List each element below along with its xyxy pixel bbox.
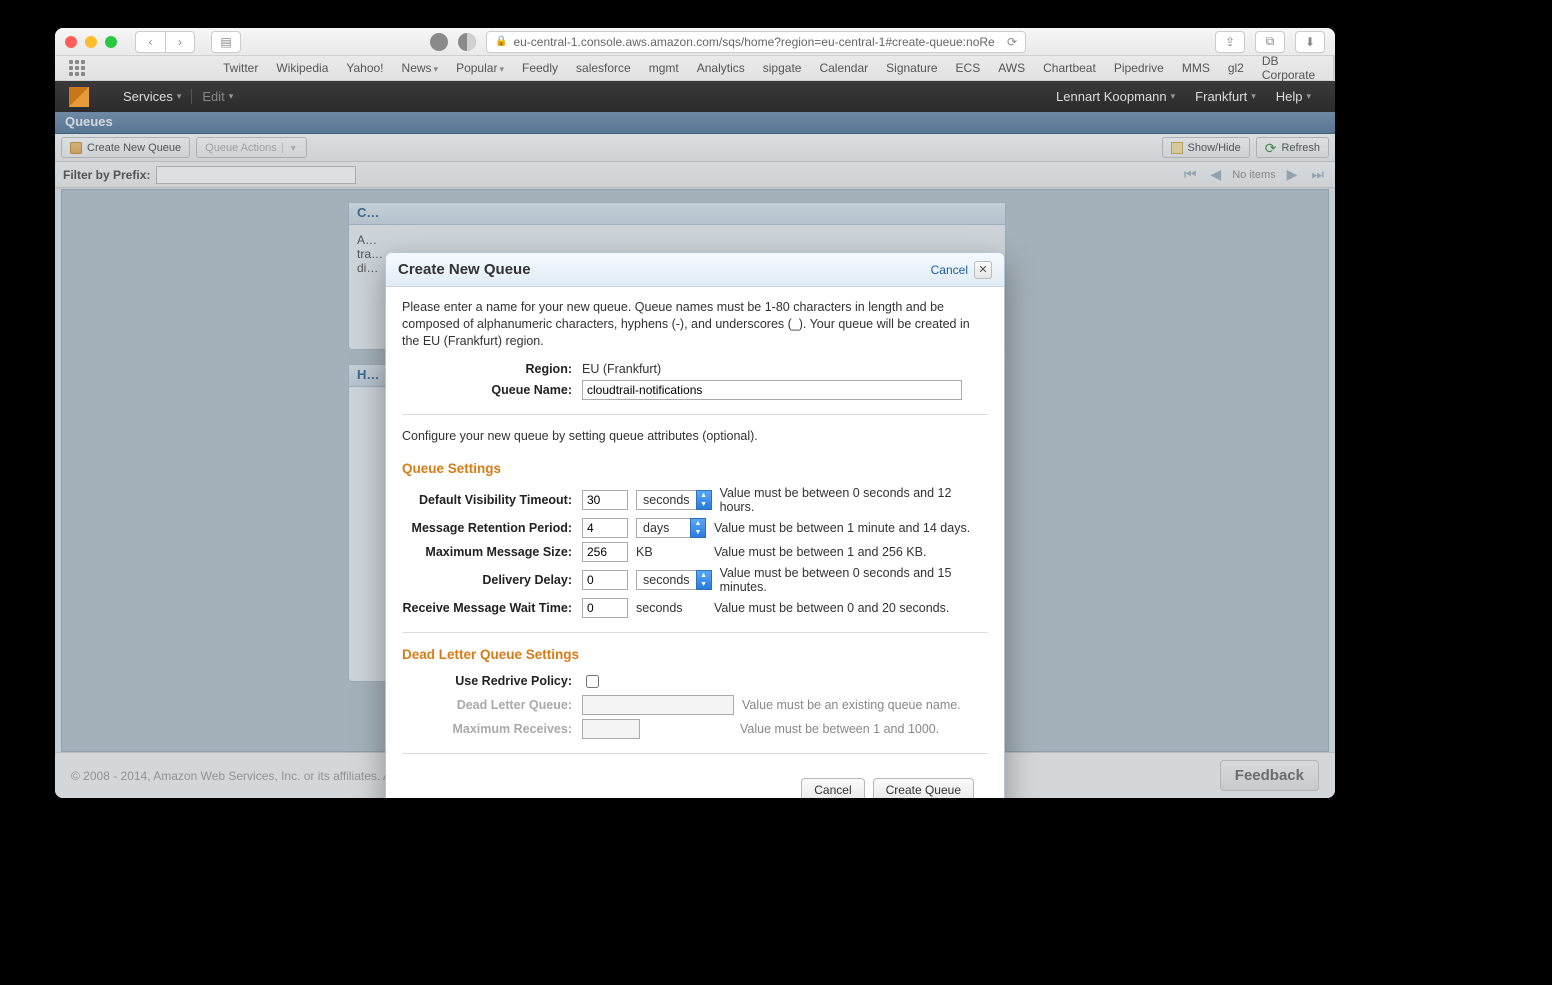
maxrec-hint: Value must be between 1 and 1000. bbox=[740, 722, 939, 736]
modal-cancel-link[interactable]: Cancel bbox=[931, 263, 968, 277]
bookmark-db-corporate[interactable]: DB Corporate bbox=[1262, 54, 1315, 82]
visibility-label: Default Visibility Timeout: bbox=[402, 493, 582, 507]
content-area: Queues Create New Queue Queue Actions ▼ … bbox=[55, 112, 1335, 798]
modal-create-button[interactable]: Create Queue bbox=[873, 778, 974, 798]
services-menu[interactable]: Services▾ bbox=[113, 89, 191, 104]
close-icon[interactable]: ✕ bbox=[974, 261, 992, 279]
lock-icon: 🔒 bbox=[495, 36, 507, 47]
bookmark-wikipedia[interactable]: Wikipedia bbox=[276, 61, 328, 75]
url-text: eu-central-1.console.aws.amazon.com/sqs/… bbox=[513, 35, 1000, 49]
nav-buttons: ‹ › bbox=[135, 31, 195, 53]
maxrec-label: Maximum Receives: bbox=[402, 722, 582, 736]
maxsize-label: Maximum Message Size: bbox=[402, 545, 582, 559]
bookmark-salesforce[interactable]: salesforce bbox=[576, 61, 631, 75]
maxrec-input bbox=[582, 719, 640, 739]
reader-shield-icon[interactable] bbox=[458, 33, 476, 51]
redrive-checkbox[interactable] bbox=[586, 675, 599, 688]
modal-title: Create New Queue bbox=[398, 261, 531, 278]
close-window-icon[interactable] bbox=[65, 36, 77, 48]
bookmark-gl2[interactable]: gl2 bbox=[1228, 61, 1244, 75]
retention-unit-select[interactable]: days▲▼ bbox=[636, 518, 706, 538]
maxsize-input[interactable] bbox=[582, 542, 628, 562]
help-menu[interactable]: Help▾ bbox=[1266, 89, 1321, 104]
bookmark-aws[interactable]: AWS bbox=[998, 61, 1025, 75]
queue-settings-heading: Queue Settings bbox=[402, 461, 988, 476]
maxsize-unit: KB bbox=[636, 545, 706, 559]
aws-logo-icon[interactable] bbox=[69, 87, 89, 107]
redrive-label: Use Redrive Policy: bbox=[402, 674, 582, 688]
dlq-hint: Value must be an existing queue name. bbox=[742, 698, 961, 712]
bookmark-bar: Twitter Wikipedia Yahoo! News▾ Popular▾ Feedl… bbox=[55, 56, 1335, 81]
bookmark-sipgate[interactable]: sipgate bbox=[763, 61, 802, 75]
forward-button[interactable]: › bbox=[165, 31, 195, 53]
dlq-heading: Dead Letter Queue Settings bbox=[402, 647, 988, 662]
sidebar-toggle-icon[interactable]: ▤ bbox=[211, 31, 241, 53]
modal-header: Create New Queue Cancel ✕ bbox=[386, 253, 1004, 287]
url-bar[interactable]: 🔒 eu-central-1.console.aws.amazon.com/sq… bbox=[486, 31, 1026, 53]
aws-header: Services▾ Edit▾ Lennart Koopmann▾ Frankf… bbox=[55, 81, 1335, 112]
configure-text: Configure your new queue by setting queu… bbox=[402, 429, 988, 443]
bookmark-chartbeat[interactable]: Chartbeat bbox=[1043, 61, 1096, 75]
new-tab-button[interactable]: ＋ bbox=[1333, 56, 1335, 81]
browser-window: ‹ › ▤ 🔒 eu-central-1.console.aws.amazon.… bbox=[55, 28, 1335, 798]
region-menu[interactable]: Frankfurt▾ bbox=[1185, 89, 1266, 104]
user-menu[interactable]: Lennart Koopmann▾ bbox=[1046, 89, 1185, 104]
maxsize-hint: Value must be between 1 and 256 KB. bbox=[714, 545, 926, 559]
tabs-button[interactable]: ⧉ bbox=[1255, 31, 1285, 53]
region-label: Region: bbox=[402, 362, 582, 376]
share-button[interactable]: ⇪ bbox=[1215, 31, 1245, 53]
bookmark-mgmt[interactable]: mgmt bbox=[649, 61, 679, 75]
dlq-label: Dead Letter Queue: bbox=[402, 698, 582, 712]
zoom-window-icon[interactable] bbox=[105, 36, 117, 48]
bookmark-feedly[interactable]: Feedly bbox=[522, 61, 558, 75]
modal-intro: Please enter a name for your new queue. … bbox=[402, 299, 988, 350]
region-value: EU (Frankfurt) bbox=[582, 362, 988, 376]
bookmark-analytics[interactable]: Analytics bbox=[697, 61, 745, 75]
bookmark-popular[interactable]: Popular▾ bbox=[456, 61, 504, 75]
bookmark-yahoo-[interactable]: Yahoo! bbox=[346, 61, 383, 75]
delay-unit-select[interactable]: seconds▲▼ bbox=[636, 570, 712, 590]
chevron-down-icon: ▾ bbox=[499, 64, 504, 74]
traffic-lights bbox=[65, 36, 117, 48]
queue-name-input[interactable] bbox=[582, 380, 962, 400]
bookmark-pipedrive[interactable]: Pipedrive bbox=[1114, 61, 1164, 75]
delay-input[interactable] bbox=[582, 570, 628, 590]
retention-hint: Value must be between 1 minute and 14 da… bbox=[714, 521, 970, 535]
create-queue-modal: Create New Queue Cancel ✕ Please enter a… bbox=[385, 252, 1005, 798]
visibility-hint: Value must be between 0 seconds and 12 h… bbox=[720, 486, 988, 514]
queue-name-label: Queue Name: bbox=[402, 383, 582, 397]
modal-cancel-button[interactable]: Cancel bbox=[801, 778, 864, 798]
bookmark-calendar[interactable]: Calendar bbox=[819, 61, 868, 75]
bookmark-news[interactable]: News▾ bbox=[402, 61, 439, 75]
tracker-shield-icon[interactable] bbox=[430, 33, 448, 51]
bookmark-signature[interactable]: Signature bbox=[886, 61, 937, 75]
delay-label: Delivery Delay: bbox=[402, 573, 582, 587]
bookmark-mms[interactable]: MMS bbox=[1182, 61, 1210, 75]
wait-hint: Value must be between 0 and 20 seconds. bbox=[714, 601, 949, 615]
bookmark-twitter[interactable]: Twitter bbox=[223, 61, 258, 75]
back-button[interactable]: ‹ bbox=[135, 31, 165, 53]
retention-input[interactable] bbox=[582, 518, 628, 538]
wait-label: Receive Message Wait Time: bbox=[402, 601, 582, 615]
dlq-input bbox=[582, 695, 734, 715]
downloads-button[interactable]: ⬇ bbox=[1295, 31, 1325, 53]
minimize-window-icon[interactable] bbox=[85, 36, 97, 48]
wait-input[interactable] bbox=[582, 598, 628, 618]
reload-icon[interactable]: ⟳ bbox=[1007, 35, 1017, 49]
delay-hint: Value must be between 0 seconds and 15 m… bbox=[720, 566, 988, 594]
chevron-down-icon: ▾ bbox=[434, 64, 439, 74]
visibility-unit-select[interactable]: seconds▲▼ bbox=[636, 490, 712, 510]
bookmark-ecs[interactable]: ECS bbox=[956, 61, 981, 75]
retention-label: Message Retention Period: bbox=[402, 521, 582, 535]
visibility-input[interactable] bbox=[582, 490, 628, 510]
wait-unit: seconds bbox=[636, 601, 706, 615]
edit-menu[interactable]: Edit▾ bbox=[191, 89, 243, 104]
apps-grid-icon[interactable] bbox=[69, 60, 85, 76]
window-chrome: ‹ › ▤ 🔒 eu-central-1.console.aws.amazon.… bbox=[55, 28, 1335, 56]
